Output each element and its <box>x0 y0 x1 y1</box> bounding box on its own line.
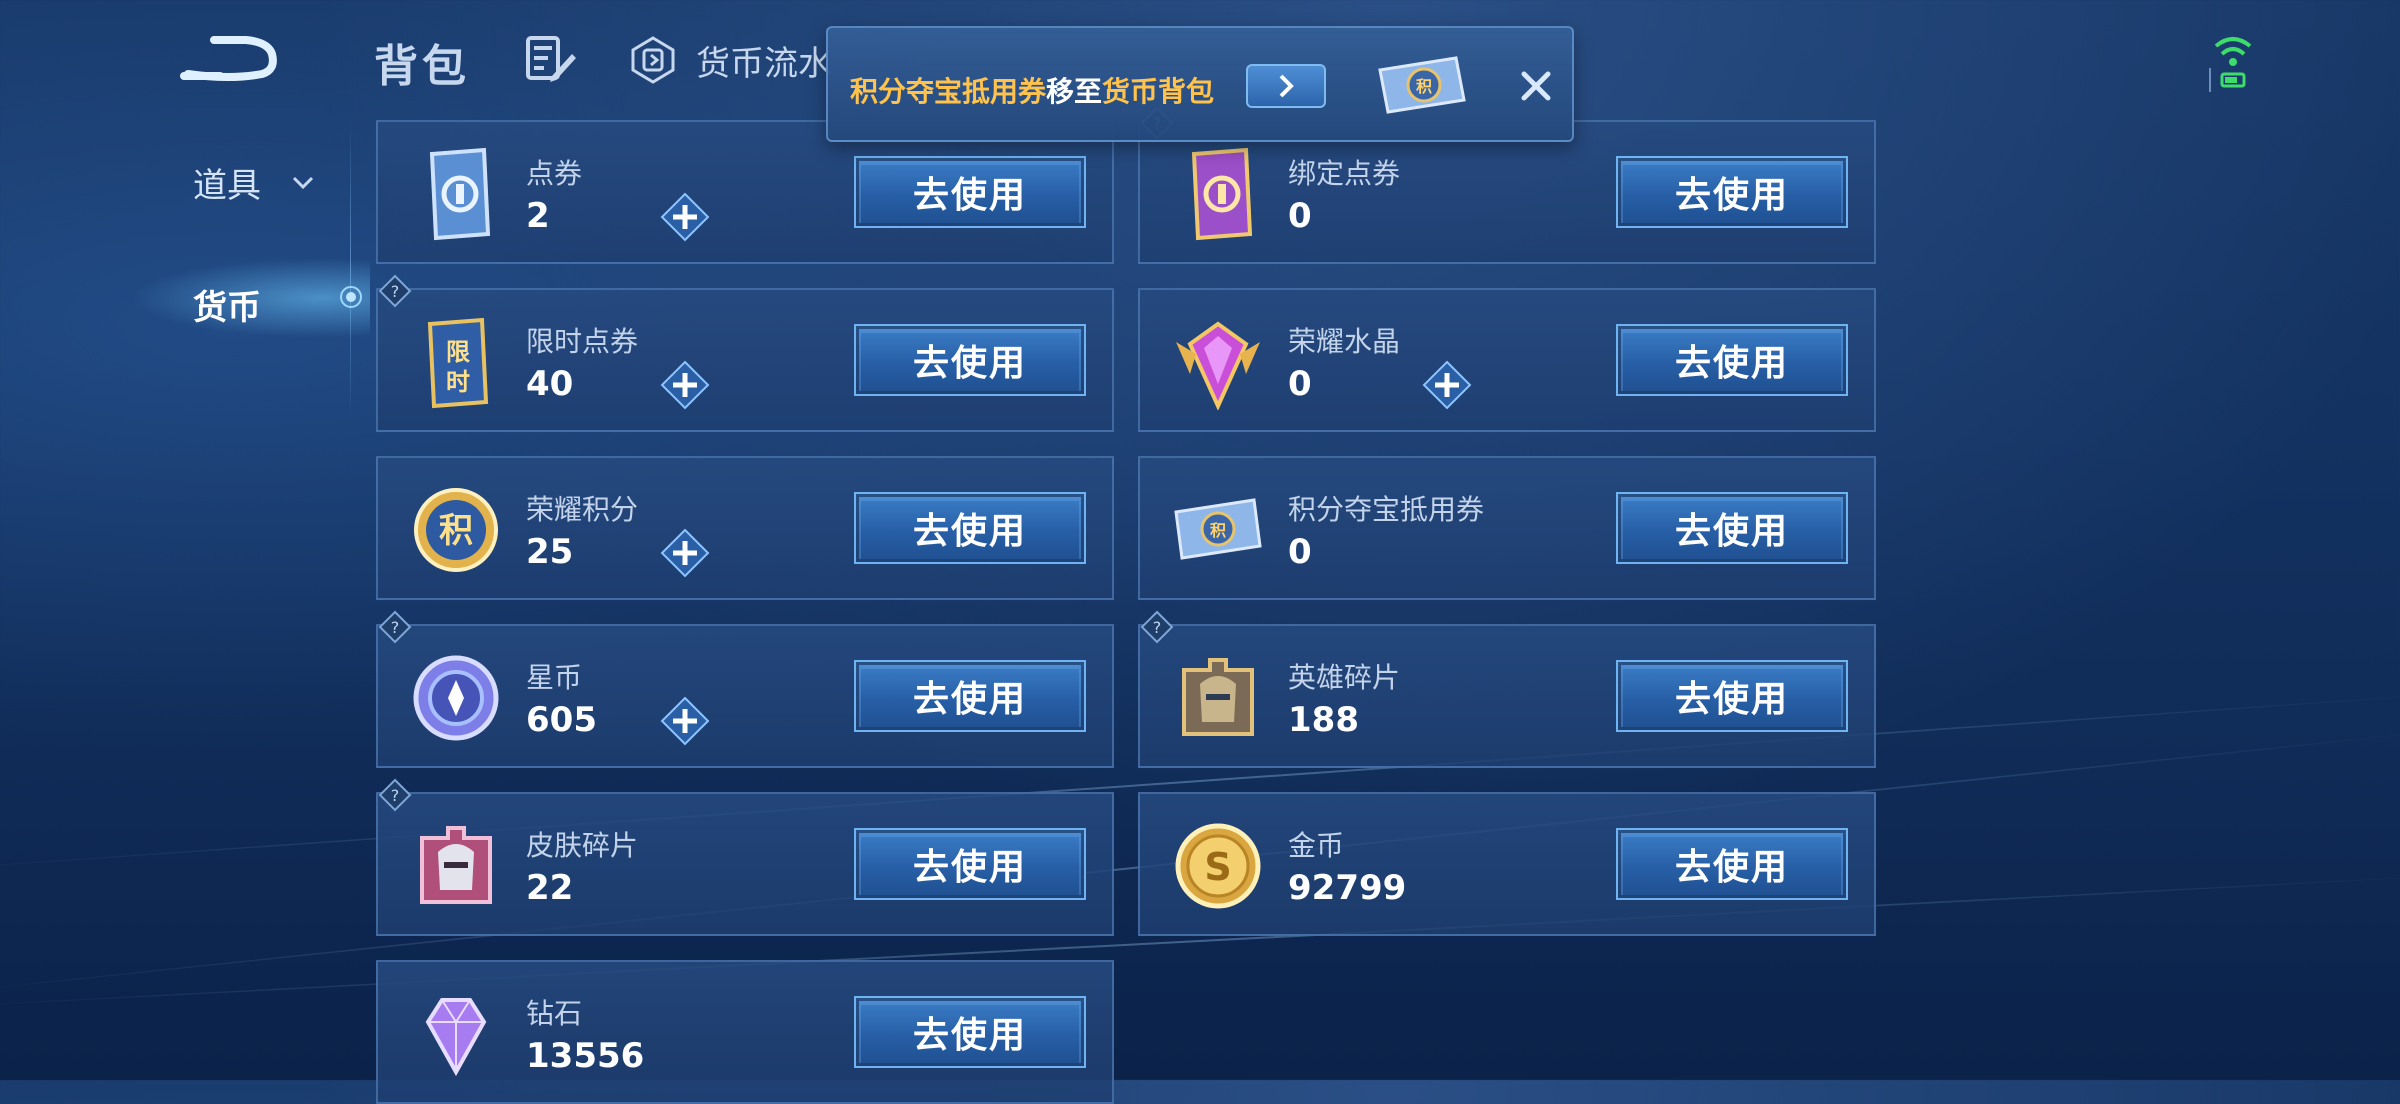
svg-text:积: 积 <box>439 511 473 551</box>
toast-item-name: 积分夺宝抵用券 <box>850 75 1047 108</box>
currency-count: 0 <box>1288 532 1312 572</box>
use-button[interactable]: 去使用 <box>854 660 1086 732</box>
currency-card: 积 荣耀积分 25 去使用 <box>376 456 1114 600</box>
wifi-icon <box>2209 37 2252 92</box>
close-button[interactable] <box>1514 64 1558 108</box>
currency-count: 13556 <box>526 1036 645 1076</box>
toast-go-button[interactable] <box>1246 64 1326 108</box>
currency-name: 皮肤碎片 <box>526 829 639 862</box>
ledger-label: 货币流水 <box>696 43 832 84</box>
use-button[interactable]: 去使用 <box>854 324 1086 396</box>
currency-ledger-link[interactable]: 货币流水 <box>628 34 832 86</box>
add-plus-icon[interactable] <box>660 528 710 578</box>
ledger-icon <box>631 36 675 84</box>
coupon-icon <box>429 147 491 241</box>
back-arrow-icon <box>180 36 277 81</box>
currency-name: 限时点券 <box>526 325 639 358</box>
currency-name: 积分夺宝抵用券 <box>1288 493 1485 526</box>
toast-text: 移至 <box>1046 75 1103 108</box>
svg-text:限: 限 <box>446 338 470 366</box>
use-button[interactable]: 去使用 <box>854 156 1086 228</box>
svg-text:积: 积 <box>1210 521 1226 540</box>
close-icon <box>1521 71 1551 101</box>
help-icon[interactable]: ? <box>378 610 412 644</box>
currency-name: 绑定点券 <box>1288 157 1401 190</box>
currency-count: 92799 <box>1288 868 1407 908</box>
sidebar-item-label: 货币 <box>193 288 261 328</box>
use-button[interactable]: 去使用 <box>854 996 1086 1068</box>
points-voucher-icon: 积 <box>1378 56 1466 114</box>
currency-name: 钻石 <box>526 997 583 1030</box>
add-plus-icon[interactable] <box>1422 360 1472 410</box>
use-button[interactable]: 去使用 <box>854 492 1086 564</box>
currency-card: ? 英雄碎片 188 去使用 <box>1138 610 1876 768</box>
chevron-down-icon <box>292 176 314 189</box>
currency-card: 积 积分夺宝抵用券 0 去使用 <box>1138 456 1876 600</box>
help-icon[interactable]: ? <box>378 274 412 308</box>
skin-fragment-icon <box>420 826 492 904</box>
selected-indicator <box>340 286 362 308</box>
edit-button[interactable] <box>524 34 578 84</box>
currency-card: ? 皮肤碎片 22 去使用 <box>376 778 1114 936</box>
currency-name: 金币 <box>1288 829 1345 862</box>
use-button[interactable]: 去使用 <box>1616 324 1848 396</box>
currency-card: 荣耀水晶 0 去使用 <box>1138 288 1876 432</box>
use-button[interactable]: 去使用 <box>1616 828 1848 900</box>
svg-text:时: 时 <box>446 368 470 396</box>
star-coin-icon <box>413 655 499 741</box>
currency-card: ? 星币 605 去使用 <box>376 610 1114 768</box>
sidebar-item-props[interactable]: 道具 <box>193 158 315 207</box>
glory-points-icon: 积 <box>414 488 498 572</box>
svg-text:?: ? <box>391 618 400 637</box>
gold-coin-icon: S <box>1175 823 1261 909</box>
svg-text:积: 积 <box>1416 77 1432 96</box>
currency-card: 钻石 13556 去使用 <box>376 960 1114 1104</box>
svg-text:?: ? <box>391 786 400 805</box>
currency-name: 荣耀积分 <box>526 493 639 526</box>
currency-card: S 金币 92799 去使用 <box>1138 792 1876 936</box>
help-icon[interactable]: ? <box>1140 610 1174 644</box>
use-button[interactable]: 去使用 <box>1616 660 1848 732</box>
currency-name: 英雄碎片 <box>1288 661 1401 694</box>
diamond-icon <box>425 998 487 1077</box>
currency-card: ? 限时 限时点券 40 去使用 <box>376 274 1114 432</box>
currency-count: 605 <box>526 700 597 740</box>
use-button[interactable]: 去使用 <box>854 828 1086 900</box>
currency-count: 22 <box>526 868 574 908</box>
currency-count: 0 <box>1288 196 1312 236</box>
add-plus-icon[interactable] <box>660 360 710 410</box>
currency-count: 188 <box>1288 700 1359 740</box>
add-plus-icon[interactable] <box>660 696 710 746</box>
hero-fragment-icon <box>1182 658 1254 736</box>
limited-coupon-icon: 限时 <box>427 317 489 409</box>
use-button[interactable]: 去使用 <box>1616 156 1848 228</box>
svg-text:?: ? <box>391 282 400 301</box>
currency-name: 荣耀水晶 <box>1288 325 1401 358</box>
back-button[interactable] <box>180 30 280 88</box>
currency-name: 点券 <box>526 157 583 190</box>
currency-count: 2 <box>526 196 550 236</box>
points-voucher-icon: 积 <box>1174 498 1262 560</box>
currency-count: 40 <box>526 364 574 404</box>
currency-name: 星币 <box>526 661 583 694</box>
chevron-right-icon <box>1279 74 1294 98</box>
add-plus-icon[interactable] <box>660 192 710 242</box>
bound-coupon-icon <box>1191 147 1253 241</box>
svg-text:S: S <box>1204 845 1231 889</box>
notification-toast: 积分夺宝抵用券移至货币背包 积 <box>826 26 1574 142</box>
currency-count: 0 <box>1288 364 1312 404</box>
use-button[interactable]: 去使用 <box>1616 492 1848 564</box>
glory-crystal-icon <box>1176 321 1260 410</box>
sidebar-item-label: 道具 <box>193 166 261 206</box>
network-status <box>2208 32 2258 92</box>
toast-destination: 货币背包 <box>1102 75 1215 108</box>
sidebar-item-currency[interactable]: 货币 <box>130 258 370 338</box>
currency-count: 25 <box>526 532 574 572</box>
page-title: 背包 <box>374 41 470 92</box>
toast-message: 积分夺宝抵用券移至货币背包 <box>850 70 1214 110</box>
svg-text:?: ? <box>1153 618 1162 637</box>
help-icon[interactable]: ? <box>378 778 412 812</box>
edit-icon <box>526 36 576 82</box>
